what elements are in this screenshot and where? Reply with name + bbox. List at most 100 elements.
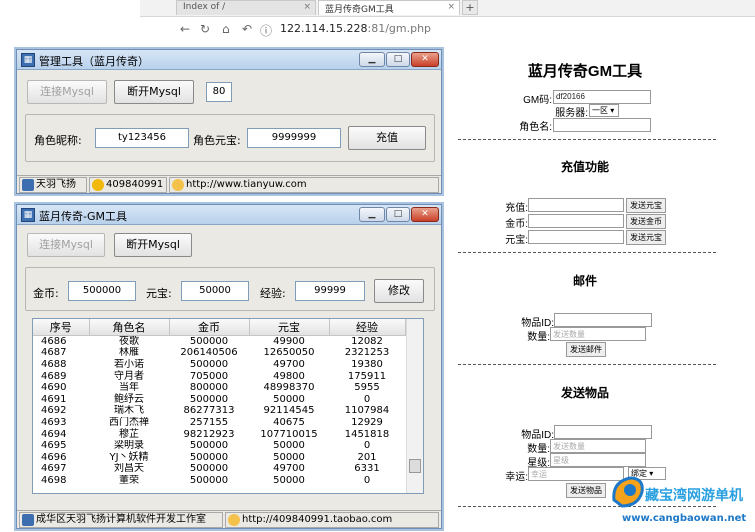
- item-qty-input[interactable]: 发送数量: [550, 439, 646, 453]
- title-bar[interactable]: ▦ 管理工具（蓝月传奇） ▁ □ ✕: [17, 50, 441, 70]
- table-cell: 4698: [41, 474, 67, 486]
- back-icon[interactable]: ←: [180, 22, 190, 36]
- table-cell: 4697: [41, 463, 67, 475]
- table-cell: 4689: [41, 370, 67, 382]
- column-header[interactable]: 金币: [169, 319, 250, 336]
- send-mail-button[interactable]: 发送邮件: [566, 342, 606, 357]
- exp-input[interactable]: 99999: [295, 281, 365, 301]
- table-cell: 98212923: [183, 428, 235, 440]
- refresh-icon[interactable]: ↻: [200, 22, 210, 36]
- table-cell: 800000: [189, 382, 229, 394]
- exp-label: 经验:: [260, 287, 286, 300]
- role-name-input[interactable]: [553, 118, 651, 132]
- recharge-input[interactable]: [528, 198, 624, 212]
- modify-button[interactable]: 修改: [374, 279, 424, 303]
- table-row[interactable]: 4692 瑞木飞 86277313 92114545 1107984: [33, 405, 405, 417]
- scrollbar-thumb[interactable]: [409, 459, 421, 473]
- table-cell: 瑞木飞: [114, 405, 144, 417]
- table-row[interactable]: 4690 当年 800000 48998370 5955: [33, 382, 405, 394]
- column-header[interactable]: 序号: [33, 319, 90, 336]
- status-url-cell[interactable]: http://www.tianyuw.com: [169, 177, 439, 193]
- column-header[interactable]: 经验: [329, 319, 406, 336]
- table-row[interactable]: 4694 穆芷 98212923 107710015 1451818: [33, 428, 405, 440]
- item-star-input[interactable]: 星级: [550, 453, 646, 467]
- table-cell: 4691: [41, 393, 67, 405]
- title-bar[interactable]: ▦ 蓝月传奇-GM工具 ▁ □ ✕: [17, 205, 441, 225]
- table-cell: 守月者: [114, 370, 144, 382]
- yuanbao-input[interactable]: [528, 230, 624, 244]
- minimize-button[interactable]: ▁: [359, 207, 385, 222]
- gold-input[interactable]: 500000: [68, 281, 136, 301]
- table-row[interactable]: 4697 刘昌天 500000 49700 6331: [33, 463, 405, 475]
- port-input[interactable]: 80: [206, 82, 232, 102]
- close-button[interactable]: ✕: [411, 52, 439, 67]
- yuanbao-input[interactable]: 9999999: [247, 128, 341, 148]
- table-row[interactable]: 4686 夜歌 500000 49900 12082: [33, 336, 405, 348]
- status-bar: 成华区天羽飞扬计算机软件开发工作室 http://409840991.taoba…: [17, 510, 441, 528]
- close-icon[interactable]: ×: [303, 2, 311, 12]
- connect-mysql-button[interactable]: 连接Mysql: [27, 233, 105, 257]
- disconnect-mysql-button[interactable]: 断开Mysql: [114, 233, 192, 257]
- disconnect-mysql-button[interactable]: 断开Mysql: [114, 80, 194, 104]
- recharge-button[interactable]: 充值: [348, 126, 426, 150]
- table-scrollbar[interactable]: [406, 319, 423, 493]
- table-row[interactable]: 4688 若小诺 500000 49700 19380: [33, 359, 405, 371]
- nick-input[interactable]: ty123456: [95, 128, 189, 148]
- server-label: 服务器:: [555, 108, 588, 119]
- mail-item-id-input[interactable]: [554, 313, 652, 327]
- table-row[interactable]: 4695 梁明录 500000 50000 0: [33, 440, 405, 452]
- gold-input[interactable]: [528, 214, 624, 228]
- connect-mysql-button[interactable]: 连接Mysql: [27, 80, 107, 104]
- status-url-cell[interactable]: http://409840991.taobao.com: [225, 512, 439, 528]
- status-url: http://409840991.taobao.com: [242, 514, 393, 525]
- table-cell: 500000: [189, 474, 229, 486]
- table-cell: 49900: [273, 336, 305, 348]
- table-row[interactable]: 4689 守月者 705000 49800 175911: [33, 370, 405, 382]
- table-row[interactable]: 4696 YJ丶妖精 500000 50000 201: [33, 451, 405, 463]
- maximize-button[interactable]: □: [386, 52, 410, 67]
- close-button[interactable]: ✕: [411, 207, 439, 222]
- new-tab-button[interactable]: +: [462, 0, 478, 15]
- mail-qty-input[interactable]: 发送数量: [550, 327, 646, 341]
- close-icon[interactable]: ×: [447, 2, 455, 12]
- send-item-button[interactable]: 发送物品: [566, 483, 606, 498]
- recharge-send-button[interactable]: 发送元宝: [626, 198, 666, 213]
- column-header[interactable]: 角色名: [89, 319, 170, 336]
- item-id-input[interactable]: [554, 425, 652, 439]
- address-bar: ← ↻ ⌂ ↶ ⓘ 122.114.15.228:81/gm.php: [140, 16, 755, 40]
- table-cell: 49800: [273, 370, 305, 382]
- table-cell: 4694: [41, 428, 67, 440]
- server-select[interactable]: 一区 ▾: [589, 104, 619, 117]
- status-url: http://www.tianyuw.com: [186, 179, 307, 190]
- table-cell: 5955: [354, 382, 380, 394]
- table-cell: 48998370: [263, 382, 315, 394]
- table-cell: 夜歌: [119, 336, 139, 348]
- table-row[interactable]: 4687 林雁 206140506 12650050 2321253: [33, 347, 405, 359]
- table-cell: 12929: [351, 416, 383, 428]
- maximize-button[interactable]: □: [386, 207, 410, 222]
- url-path: :81/gm.php: [367, 22, 432, 35]
- table-cell: 49700: [273, 358, 305, 370]
- home-icon[interactable]: ⌂: [222, 22, 230, 36]
- minimize-button[interactable]: ▁: [359, 52, 385, 67]
- undo-icon[interactable]: ↶: [242, 22, 252, 36]
- table-cell: 0: [363, 474, 371, 486]
- table-cell: 86277313: [183, 405, 235, 417]
- table-row[interactable]: 4693 西门杰禅 257155 40675 12929: [33, 417, 405, 429]
- column-header[interactable]: 元宝: [249, 319, 330, 336]
- tab-gm-tool-label: 蓝月传奇GM工具: [325, 5, 394, 15]
- security-icon: ⓘ: [260, 24, 273, 38]
- yuanbao-input[interactable]: 50000: [181, 281, 249, 301]
- url-field[interactable]: 122.114.15.228:81/gm.php: [280, 22, 431, 35]
- item-luck-label: 幸运:: [505, 472, 528, 483]
- table-row[interactable]: 4691 鲍纾云 500000 50000 0: [33, 393, 405, 405]
- gm-code-input[interactable]: df20166: [553, 90, 651, 104]
- tab-gm-tool[interactable]: 蓝月传奇GM工具 ×: [318, 0, 460, 15]
- table-cell: 175911: [347, 370, 387, 382]
- table-row[interactable]: 4698 董荣 500000 50000 0: [33, 475, 405, 487]
- send-yuanbao-button[interactable]: 发送元宝: [626, 230, 666, 245]
- table-cell: 西门杰禅: [109, 416, 149, 428]
- send-gold-button[interactable]: 发送金币: [626, 214, 666, 229]
- player-table[interactable]: 序号 角色名 金币 元宝 经验 4686 夜歌 500000 49900 12082 46…: [32, 318, 424, 494]
- tab-index[interactable]: Index of / ×: [176, 0, 316, 15]
